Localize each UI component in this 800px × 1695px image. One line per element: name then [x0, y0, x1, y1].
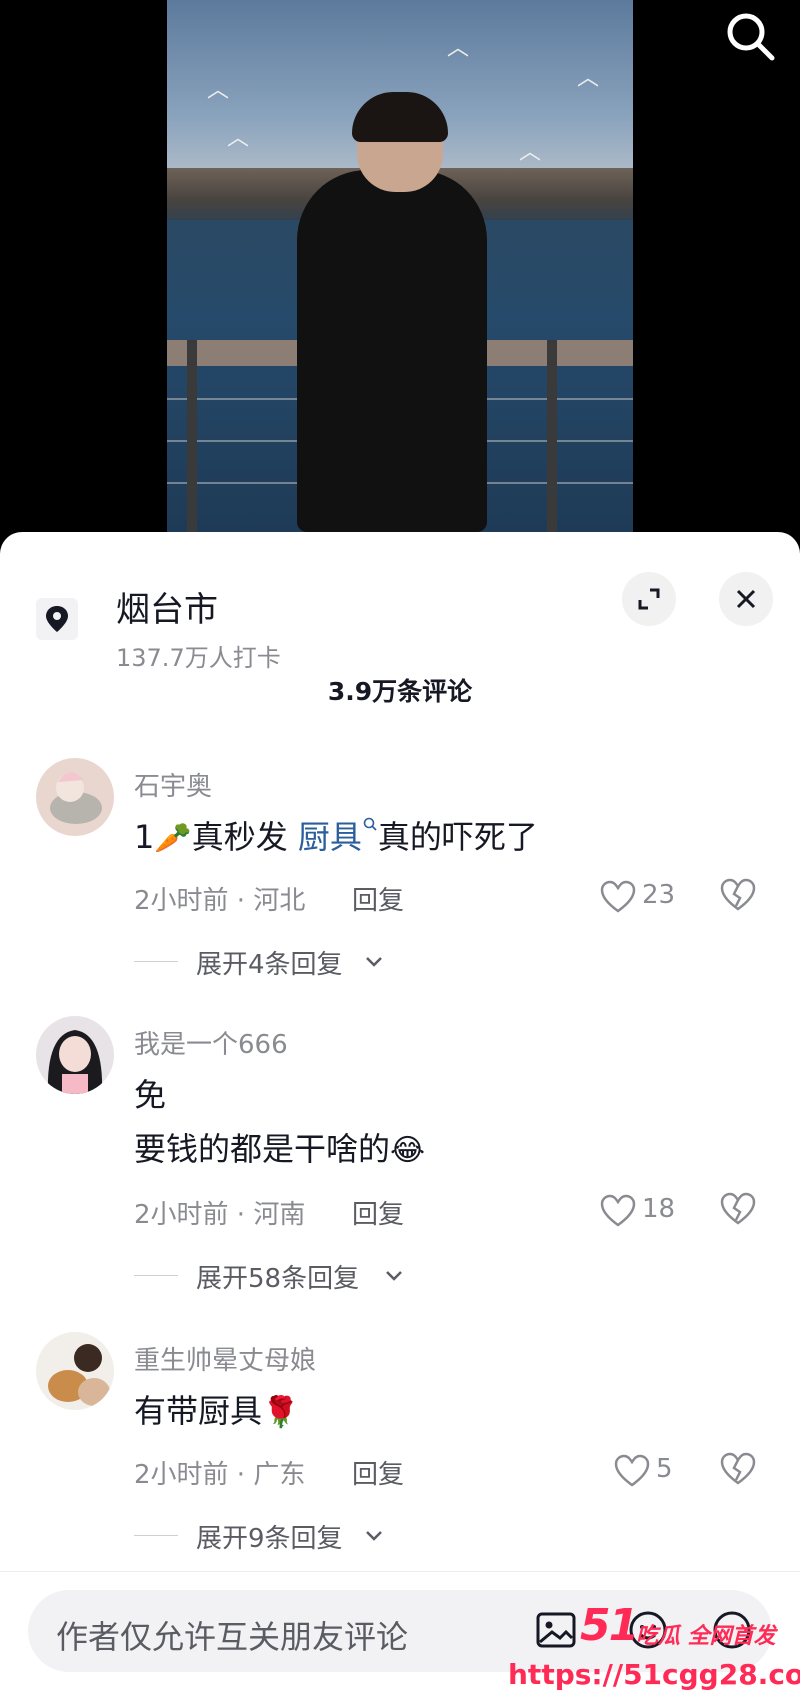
location-checkins: 137.7万人打卡 — [116, 644, 281, 672]
comment-username[interactable]: 我是一个666 — [134, 1024, 288, 1061]
like-button[interactable]: 18 — [600, 1190, 700, 1230]
location-name[interactable]: 烟台市 — [116, 582, 218, 631]
close-icon — [736, 589, 756, 609]
comment-time-location: 2小时前 · 河北 — [134, 886, 306, 916]
watermark-url: https://51cgg28.com — [508, 1658, 800, 1691]
video-frame: ︿ ︿ ︿ ︿ ︿ — [167, 0, 633, 532]
expand-replies-label: 展开4条回复 — [196, 950, 343, 980]
heart-icon — [600, 1194, 636, 1227]
comment-time-location: 2小时前 · 广东 — [134, 1460, 306, 1490]
expand-replies-label: 展开58条回复 — [196, 1264, 360, 1294]
comment-text: 有带厨具🌹 — [134, 1386, 299, 1432]
location-header[interactable]: 烟台市 137.7万人打卡 — [0, 556, 800, 672]
photo-seagull: ︿ — [577, 66, 600, 91]
photo-rail-post — [547, 340, 557, 532]
like-count: 18 — [642, 1194, 676, 1224]
location-pin-icon — [36, 598, 78, 640]
comment-username[interactable]: 石宇奥 — [134, 766, 212, 803]
search-keyword-link[interactable]: 厨具 — [298, 818, 362, 856]
comments-count: 3.9万条评论 — [327, 677, 473, 706]
broken-heart-icon — [720, 1452, 756, 1485]
comment-text: 1🥕真秒发 厨具 真的吓死了 — [134, 812, 538, 858]
rose-emoji-icon: 🌹 — [262, 1395, 300, 1430]
divider — [134, 1275, 178, 1276]
comment-text-part: 真的吓死了 — [377, 818, 538, 856]
expand-button[interactable] — [622, 572, 676, 626]
watermark: 51 吃瓜 全网首发 https://51cgg28.com — [500, 1600, 800, 1695]
comment-item[interactable]: 重生帅晕丈母娘 有带厨具🌹 2小时前 · 广东 回复 5 展开9条回复 — [0, 1332, 800, 1572]
photo-seagull: ︿ — [227, 126, 250, 151]
photo-seagull: ︿ — [519, 140, 542, 165]
avatar[interactable] — [36, 758, 114, 836]
like-button[interactable]: 23 — [600, 876, 700, 916]
heart-icon — [614, 1454, 650, 1487]
watermark-tagline: 吃瓜 全网首发 — [636, 1624, 776, 1649]
comment-text-line: 免 — [134, 1076, 167, 1114]
like-count: 23 — [642, 880, 676, 910]
reply-button[interactable]: 回复 — [352, 880, 404, 917]
photo-seagull: ︿ — [447, 36, 470, 61]
watermark-logo: 51 — [580, 1600, 639, 1651]
reply-button[interactable]: 回复 — [352, 1194, 404, 1231]
expand-icon — [638, 588, 660, 610]
avatar[interactable] — [36, 1016, 114, 1094]
comment-text-part: 有带厨具 — [134, 1392, 263, 1430]
comment-text-part: 要钱的都是干啥的 — [134, 1130, 391, 1168]
search-icon — [727, 13, 775, 61]
expand-replies-button[interactable]: 展开9条回复 — [134, 1518, 434, 1554]
chevron-down-icon — [366, 957, 382, 967]
avatar[interactable] — [36, 1332, 114, 1410]
comment-item[interactable]: 石宇奥 1🥕真秒发 厨具 真的吓死了 2小时前 · 河北 回复 23 展开4条回复 — [0, 758, 800, 1038]
search-button[interactable] — [720, 6, 780, 66]
search-small-icon — [363, 817, 377, 831]
photo-rail-post — [187, 340, 197, 532]
photo-person-hair — [352, 92, 448, 142]
carrot-emoji-icon: 🥕 — [154, 821, 192, 856]
divider — [134, 961, 178, 962]
like-button[interactable]: 5 — [614, 1450, 714, 1490]
comment-text-part: 真秒发 — [191, 818, 298, 856]
comment-input-placeholder: 作者仅允许互关朋友评论 — [56, 1618, 409, 1656]
comment-text-part: 1 — [134, 818, 155, 856]
dislike-button[interactable] — [720, 1452, 760, 1492]
broken-heart-icon — [720, 1192, 756, 1225]
comment-username[interactable]: 重生帅晕丈母娘 — [134, 1340, 316, 1377]
comment-time-location: 2小时前 · 河南 — [134, 1200, 306, 1230]
video-area[interactable]: ︿ ︿ ︿ ︿ ︿ — [0, 0, 800, 540]
broken-heart-icon — [720, 878, 756, 911]
dislike-button[interactable] — [720, 1192, 760, 1232]
comment-sheet: 烟台市 137.7万人打卡 3.9万条评论 石宇奥 1🥕真秒发 厨具真的吓死了 — [0, 532, 800, 1695]
reply-button[interactable]: 回复 — [352, 1454, 404, 1491]
chevron-down-icon — [366, 1531, 382, 1541]
like-count: 5 — [656, 1454, 673, 1484]
expand-replies-button[interactable]: 展开58条回复 — [134, 1258, 434, 1294]
comment-text: 要钱的都是干啥的😂 — [134, 1124, 425, 1170]
photo-person — [297, 170, 487, 532]
comment-item[interactable]: 我是一个666 免 要钱的都是干啥的😂 2小时前 · 河南 回复 18 展开58… — [0, 1016, 800, 1336]
laughing-emoji-icon: 😂 — [390, 1133, 426, 1168]
expand-replies-button[interactable]: 展开4条回复 — [134, 944, 434, 980]
photo-seagull: ︿ — [207, 78, 230, 103]
expand-replies-label: 展开9条回复 — [196, 1524, 343, 1554]
heart-icon — [600, 880, 636, 913]
chevron-down-icon — [386, 1271, 402, 1281]
dislike-button[interactable] — [720, 878, 760, 918]
close-button[interactable] — [719, 572, 773, 626]
divider — [134, 1535, 178, 1536]
